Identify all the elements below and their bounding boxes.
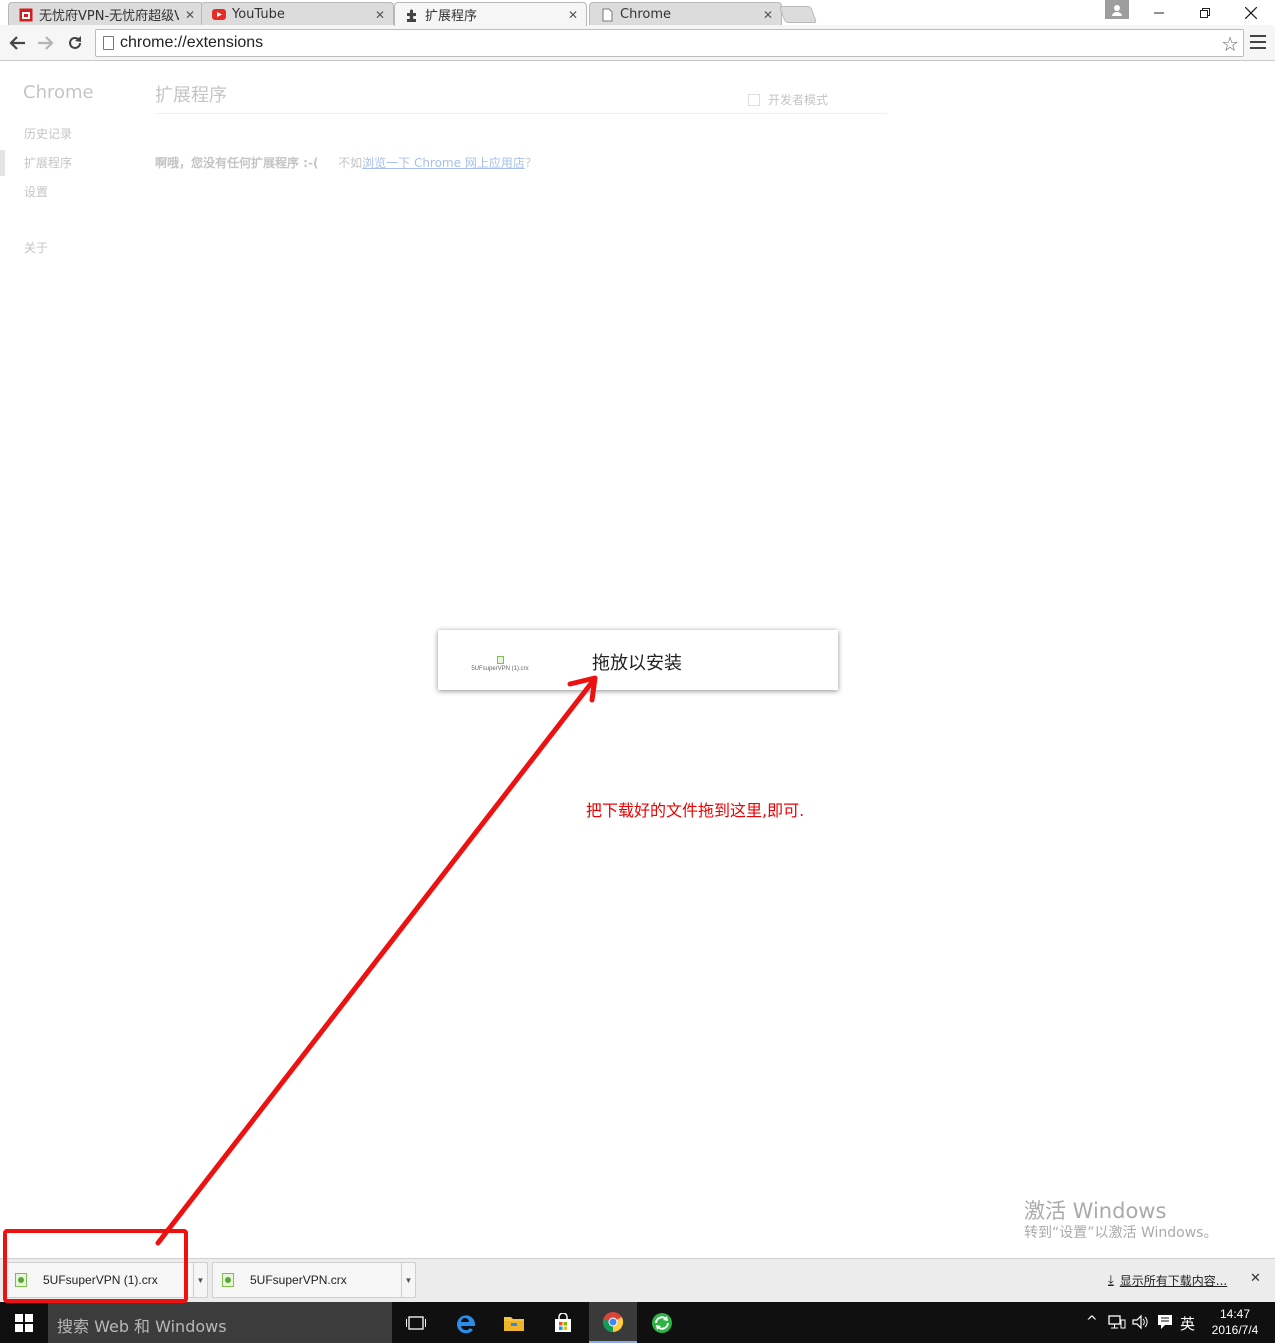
start-button[interactable] <box>0 1302 48 1343</box>
show-all-downloads-link[interactable]: ⤓ 显示所有下载内容... <box>1108 1272 1227 1289</box>
restore-button[interactable] <box>1182 0 1228 25</box>
developer-mode-toggle[interactable]: 开发者模式 <box>748 91 828 108</box>
puzzle-piece-icon <box>405 8 419 22</box>
suggestion-prefix: 不如 <box>338 156 363 170</box>
bookmark-star-icon[interactable]: ☆ <box>1221 32 1239 56</box>
windows-taskbar: 搜索 Web 和 Windows ^ 英 14:47 2016/7/4 <box>0 1302 1275 1343</box>
header-divider <box>155 113 887 114</box>
download-file-name[interactable]: 5UFsuperVPN (1).crx <box>43 1273 193 1287</box>
chevron-down-icon[interactable]: ▼ <box>401 1262 415 1298</box>
tab-close-icon[interactable]: ✕ <box>375 8 385 22</box>
tab-close-icon[interactable]: ✕ <box>568 8 578 22</box>
activation-watermark-hint: 转到“设置”以激活 Windows。 <box>1024 1225 1218 1241</box>
tab-title: 扩展程序 <box>425 9 478 24</box>
tab-youtube[interactable]: YouTube ✕ <box>201 2 394 26</box>
profile-icon[interactable] <box>1105 0 1129 19</box>
no-extensions-message: 啊哦，您没有任何扩展程序 :-( 不如浏览一下 Chrome 网上应用店？ <box>155 154 537 171</box>
sidebar-item-extensions[interactable]: 扩展程序 <box>24 154 72 171</box>
notification-icon[interactable] <box>1157 1314 1173 1334</box>
edge-icon[interactable] <box>441 1302 489 1343</box>
download-item[interactable]: 5UFsuperVPN (1).crx ▼ <box>5 1262 208 1298</box>
minimize-button[interactable] <box>1136 0 1182 25</box>
youtube-icon <box>212 8 226 22</box>
developer-mode-checkbox[interactable] <box>748 93 760 106</box>
tab-title: YouTube <box>232 7 285 22</box>
activation-watermark-title: 激活 Windows <box>1024 1199 1167 1223</box>
vpn-site-icon <box>19 8 33 22</box>
download-icon: ⤓ <box>1108 1273 1114 1288</box>
store-icon[interactable] <box>539 1302 587 1343</box>
address-bar[interactable]: chrome://extensions ☆ <box>95 29 1244 57</box>
crx-file-icon <box>496 656 504 664</box>
taskbar-clock[interactable]: 14:47 2016/7/4 <box>1204 1306 1266 1338</box>
back-arrow-icon[interactable] <box>5 31 29 55</box>
tab-extensions[interactable]: 扩展程序 ✕ <box>394 2 587 26</box>
clock-date: 2016/7/4 <box>1211 1323 1259 1337</box>
web-store-link[interactable]: 浏览一下 Chrome 网上应用店 <box>362 156 525 170</box>
crx-file-icon <box>222 1273 234 1287</box>
close-shelf-icon[interactable]: ✕ <box>1250 1271 1261 1286</box>
tab-close-icon[interactable]: ✕ <box>763 8 773 22</box>
task-view-icon[interactable] <box>392 1302 440 1343</box>
reload-icon[interactable] <box>63 31 87 55</box>
developer-mode-label: 开发者模式 <box>768 93 829 107</box>
tab-vpn-site[interactable]: 无忧府VPN-无忧府超级VI ✕ <box>8 2 204 26</box>
crx-file-icon <box>15 1273 27 1287</box>
sidebar-item-settings[interactable]: 设置 <box>24 183 48 200</box>
download-item[interactable]: 5UFsuperVPN.crx ▼ <box>212 1262 416 1298</box>
vpn-app-icon[interactable] <box>638 1302 686 1343</box>
close-window-button[interactable] <box>1228 0 1274 25</box>
sidebar-item-about[interactable]: 关于 <box>24 239 48 256</box>
chevron-up-icon[interactable]: ^ <box>1086 1314 1098 1330</box>
tab-strip: 无忧府VPN-无忧府超级VI ✕ YouTube ✕ 扩展程序 ✕ Chrome… <box>0 0 1275 26</box>
empty-message-text: 啊哦，您没有任何扩展程序 :-( <box>155 156 319 170</box>
network-icon[interactable] <box>1108 1314 1126 1334</box>
sidebar-selection-indicator <box>0 150 5 176</box>
input-method-indicator[interactable]: 英 <box>1180 1313 1195 1334</box>
dragged-file[interactable]: 5UFsuperVPN (1).crx <box>460 656 540 672</box>
dragged-file-name: 5UFsuperVPN (1).crx <box>471 666 529 672</box>
instruction-annotation: 把下载好的文件拖到这里,即可. <box>586 801 805 820</box>
tab-title: Chrome <box>620 7 671 22</box>
drop-to-install-label: 拖放以安装 <box>592 653 682 674</box>
tab-title: 无忧府VPN-无忧府超级VI <box>39 9 179 24</box>
windows-logo-icon <box>15 1313 33 1332</box>
taskbar-search-box[interactable]: 搜索 Web 和 Windows <box>48 1302 392 1343</box>
drop-to-install-overlay[interactable]: 5UFsuperVPN (1).crx 拖放以安装 <box>438 630 838 690</box>
download-file-name[interactable]: 5UFsuperVPN.crx <box>250 1273 401 1287</box>
tab-close-icon[interactable]: ✕ <box>185 8 195 22</box>
taskbar-search-placeholder: 搜索 Web 和 Windows <box>57 1317 227 1336</box>
chrome-menu-icon[interactable] <box>1250 35 1266 49</box>
page-icon <box>600 8 614 22</box>
sidebar-item-history[interactable]: 历史记录 <box>24 125 72 142</box>
download-shelf: 5UFsuperVPN (1).crx ▼ 5UFsuperVPN.crx ▼ … <box>0 1258 1275 1302</box>
address-bar-url[interactable]: chrome://extensions <box>120 34 263 52</box>
volume-icon[interactable] <box>1132 1314 1150 1334</box>
suggestion-suffix: ？ <box>524 156 537 170</box>
clock-time: 14:47 <box>1219 1307 1251 1321</box>
show-all-downloads-label[interactable]: 显示所有下载内容... <box>1120 1272 1227 1289</box>
new-tab-button[interactable] <box>778 6 818 23</box>
file-explorer-icon[interactable] <box>490 1302 538 1343</box>
chrome-icon[interactable] <box>589 1302 637 1343</box>
chevron-down-icon[interactable]: ▼ <box>193 1262 207 1298</box>
sidebar-brand: Chrome <box>23 82 94 103</box>
page-icon <box>103 36 114 50</box>
tab-chrome[interactable]: Chrome ✕ <box>589 2 782 26</box>
browser-toolbar: chrome://extensions ☆ <box>0 25 1275 61</box>
page-title: 扩展程序 <box>155 85 227 106</box>
forward-arrow-icon[interactable] <box>34 31 58 55</box>
